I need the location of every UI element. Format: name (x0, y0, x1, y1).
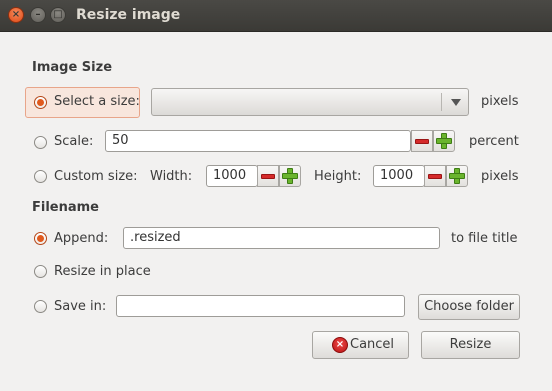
window-minimize-button[interactable]: – (30, 7, 46, 23)
scale-unit: percent (469, 134, 519, 149)
custom-size-unit: pixels (481, 169, 519, 184)
resize-in-place-label: Resize in place (54, 264, 151, 279)
select-size-radio[interactable] (34, 96, 47, 109)
scale-increase-button[interactable] (433, 130, 455, 152)
save-in-label: Save in: (54, 299, 107, 314)
save-in-radio[interactable] (34, 300, 47, 313)
resize-in-place-radio[interactable] (34, 265, 47, 278)
minus-icon (415, 139, 429, 144)
radio-dot-icon (37, 99, 44, 106)
minus-icon (261, 174, 275, 179)
maximize-icon: □ (53, 9, 63, 20)
select-size-unit: pixels (481, 94, 519, 109)
window-title: Resize image (76, 7, 181, 23)
height-increase-button[interactable] (446, 165, 468, 187)
scale-label: Scale: (54, 134, 94, 149)
close-icon: × (11, 9, 21, 20)
width-label: Width: (150, 169, 193, 184)
plus-icon-center (288, 174, 292, 178)
custom-size-radio[interactable] (34, 170, 47, 183)
chevron-down-icon (451, 99, 461, 106)
append-suffix: to file title (451, 231, 518, 246)
append-label: Append: (54, 231, 109, 246)
resize-image-dialog: × – □ Resize image Image Size Select a s… (0, 0, 552, 391)
append-radio[interactable] (34, 232, 47, 245)
width-increase-button[interactable] (279, 165, 301, 187)
filename-heading: Filename (32, 200, 99, 215)
scale-decrease-button[interactable] (411, 130, 433, 152)
append-input[interactable]: .resized (123, 227, 440, 249)
width-decrease-button[interactable] (257, 165, 279, 187)
window-maximize-button[interactable]: □ (50, 7, 66, 23)
select-size-label: Select a size: (54, 94, 140, 109)
plus-icon-center (455, 174, 459, 178)
dropdown-separator (441, 93, 442, 111)
cancel-icon: × (332, 337, 348, 353)
resize-button[interactable]: Resize (421, 331, 520, 359)
plus-icon-center (442, 139, 446, 143)
minimize-icon: – (35, 9, 41, 20)
height-decrease-button[interactable] (424, 165, 446, 187)
image-size-heading: Image Size (32, 60, 113, 75)
save-in-input[interactable] (116, 295, 405, 317)
height-input[interactable]: 1000 (373, 165, 425, 187)
choose-folder-button[interactable]: Choose folder (418, 294, 520, 320)
window-close-button[interactable]: × (8, 7, 24, 23)
scale-radio[interactable] (34, 136, 47, 149)
titlebar: × – □ Resize image (0, 0, 552, 32)
minus-icon (428, 174, 442, 179)
cancel-glyph: × (335, 339, 345, 350)
cancel-button[interactable]: × Cancel (312, 331, 409, 359)
height-label: Height: (314, 169, 362, 184)
radio-dot-icon (37, 235, 44, 242)
custom-size-label: Custom size: (54, 169, 138, 184)
size-select-dropdown[interactable] (151, 88, 469, 116)
cancel-label: Cancel (350, 337, 395, 352)
width-input[interactable]: 1000 (206, 165, 258, 187)
scale-input[interactable]: 50 (105, 130, 411, 152)
